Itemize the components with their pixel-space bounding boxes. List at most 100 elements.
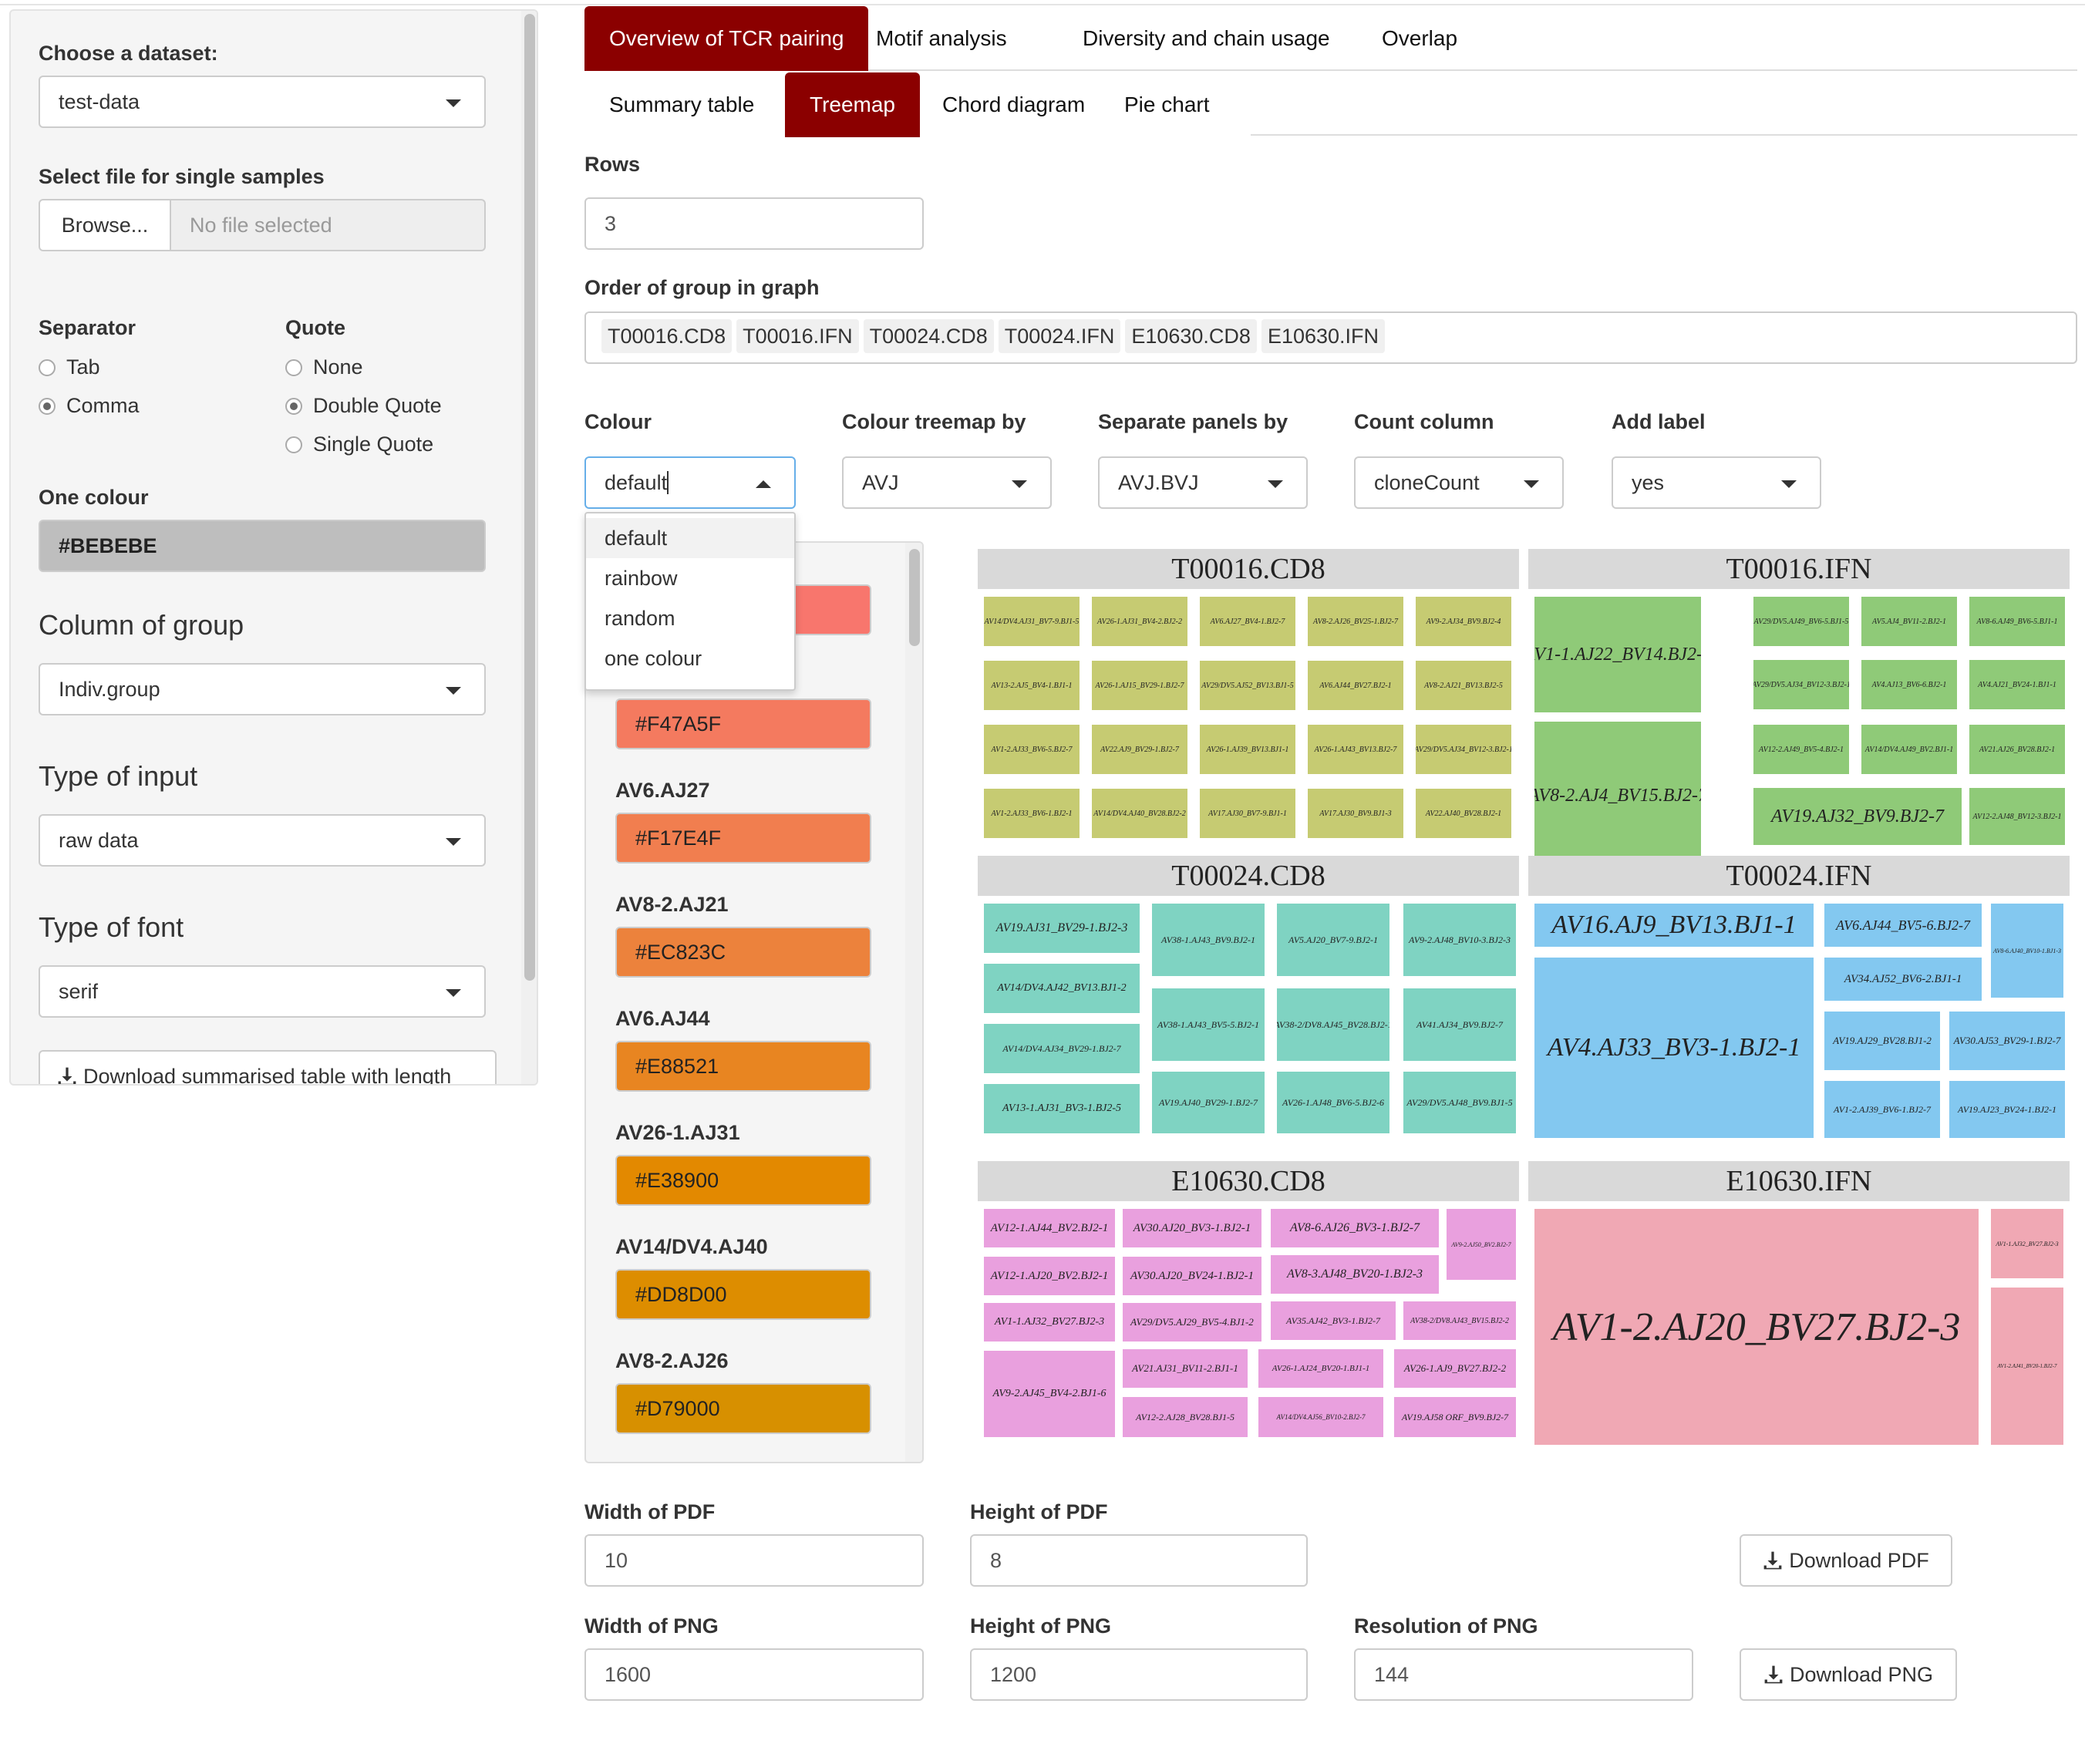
order-chip[interactable]: T00016.IFN <box>736 319 859 353</box>
type-font-select[interactable]: serif <box>39 965 486 1018</box>
colour-list-scrollbar[interactable] <box>905 543 922 1462</box>
res-png-input[interactable]: 144 <box>1354 1648 1693 1701</box>
column-group-select[interactable]: Indiv.group <box>39 663 486 715</box>
tab-overview[interactable]: Overview of TCR pairing <box>584 6 869 71</box>
treemap-tile: AV29/DV5.AJ29_BV5-4.BJ1-2 <box>1123 1303 1261 1342</box>
treemap-tile: AV21.AJ31_BV11-2.BJ1-1 <box>1123 1349 1248 1388</box>
colour-swatch-input[interactable]: #EC823C <box>615 927 871 978</box>
radio-separator-comma[interactable]: Comma <box>39 393 140 418</box>
treemap-tile: AV8-2.AJ26_BV25-1.BJ2-7 <box>1308 597 1403 646</box>
treemap-tile: AV26-1.AJ39_BV13.BJ1-1 <box>1200 725 1295 774</box>
dataset-select[interactable]: test-data <box>39 76 486 128</box>
dataset-value: test-data <box>59 90 140 113</box>
chevron-down-icon <box>446 99 461 107</box>
tab-motif[interactable]: Motif analysis <box>851 6 1032 71</box>
type-input-select[interactable]: raw data <box>39 814 486 867</box>
colour-swatch-input[interactable]: #E88521 <box>615 1041 871 1092</box>
treemap-tile: AV1-1.AJ22_BV14.BJ2-7 <box>1534 597 1701 712</box>
download-summary-button[interactable]: Download summarised table with length <box>39 1050 497 1084</box>
order-chip[interactable]: T00016.CD8 <box>601 319 733 353</box>
tab-pie-chart[interactable]: Pie chart <box>1100 72 1234 137</box>
colour-swatch-input[interactable]: #D79000 <box>615 1383 871 1434</box>
colour-swatch-input[interactable]: #DD8D00 <box>615 1269 871 1320</box>
height-png-input[interactable]: 1200 <box>970 1648 1308 1701</box>
treemap-tile: AV29/DV5.AJ52_BV13.BJ1-5 <box>1200 661 1295 710</box>
treemap-panel-title: T00024.CD8 <box>978 856 1519 896</box>
download-pdf-button[interactable]: Download PDF <box>1740 1534 1952 1587</box>
tab-treemap[interactable]: Treemap <box>785 72 921 137</box>
count-select[interactable]: cloneCount <box>1354 456 1564 509</box>
radio-label: Comma <box>66 394 140 417</box>
colour-by-select[interactable]: AVJ <box>842 456 1052 509</box>
chevron-down-icon <box>1012 480 1027 488</box>
order-chip[interactable]: E10630.IFN <box>1261 319 1386 353</box>
height-pdf-input[interactable]: 8 <box>970 1534 1308 1587</box>
treemap-tile: AV35.AJ42_BV3-1.BJ2-7 <box>1271 1301 1396 1340</box>
treemap-tile: AV9-2.AJ34_BV9.BJ2-4 <box>1416 597 1511 646</box>
scrollbar-thumb[interactable] <box>909 549 920 646</box>
colour-swatch-input[interactable]: #E38900 <box>615 1155 871 1206</box>
panels-select[interactable]: AVJ.BVJ <box>1098 456 1308 509</box>
order-chip[interactable]: E10630.CD8 <box>1125 319 1257 353</box>
treemap-tile: AV13-1.AJ31_BV3-1.BJ2-5 <box>984 1084 1140 1133</box>
radio-label: None <box>313 355 363 379</box>
treemap-tile: AV14/DV4.AJ40_BV28.BJ2-2 <box>1092 789 1187 838</box>
treemap-tile: AV6.AJ44_BV5-6.BJ2-7 <box>1824 904 1982 947</box>
treemap-tile: AV38-2/DV8.AJ43_BV15.BJ2-2 <box>1403 1301 1516 1340</box>
tabbar-divider <box>868 69 2077 71</box>
one-colour-input[interactable]: #BEBEBE <box>39 520 486 572</box>
radio-quote-none[interactable]: None <box>285 355 363 379</box>
radio-icon <box>285 436 302 453</box>
download-png-button[interactable]: Download PNG <box>1740 1648 1957 1701</box>
treemap-tile: AV8-6.AJ40_BV10-1.BJ1-3 <box>1991 904 2063 998</box>
chevron-down-icon <box>446 838 461 846</box>
panels-value: AVJ.BVJ <box>1118 471 1199 494</box>
treemap-tile: AV19.AJ29_BV28.BJ1-2 <box>1824 1012 1940 1070</box>
treemap-tile: AV1-1.AJ32_BV27.BJ2-3 <box>1991 1209 2063 1278</box>
order-chip[interactable]: T00024.CD8 <box>863 319 994 353</box>
order-input[interactable]: T00016.CD8 T00016.IFN T00024.CD8 T00024.IFN… <box>584 311 2077 364</box>
order-chip[interactable]: T00024.IFN <box>998 319 1121 353</box>
width-png-input[interactable]: 1600 <box>584 1648 924 1701</box>
colour-swatch-input[interactable]: #F47A5F <box>615 699 871 749</box>
treemap-tile: AV1-2.AJ39_BV6-1.BJ2-7 <box>1824 1081 1940 1138</box>
tab-diversity[interactable]: Diversity and chain usage <box>1058 6 1355 71</box>
colour-dropdown-menu: default rainbow random one colour <box>584 512 796 691</box>
treemap-panel-title: T00016.CD8 <box>978 549 1519 589</box>
treemap-tile: AV41.AJ34_BV9.BJ2-7 <box>1403 988 1516 1061</box>
dropdown-option-one-colour[interactable]: one colour <box>586 638 794 678</box>
width-png-label: Width of PNG <box>584 1614 719 1638</box>
tab-chord-diagram[interactable]: Chord diagram <box>918 72 1110 137</box>
panels-label: Separate panels by <box>1098 410 1288 433</box>
scrollbar-thumb[interactable] <box>524 14 535 981</box>
colour-swatch-input[interactable]: #F17E4F <box>615 813 871 863</box>
radio-quote-single[interactable]: Single Quote <box>285 432 433 456</box>
sub-tabbar: Summary table Treemap Chord diagram Pie … <box>584 72 2077 137</box>
treemap-tile: AV29/DV5.AJ34_BV12-3.BJ2-1 <box>1416 725 1511 774</box>
radio-separator-tab[interactable]: Tab <box>39 355 100 379</box>
width-pdf-input[interactable]: 10 <box>584 1534 924 1587</box>
treemap-tile: AV12-2.AJ49_BV5-4.BJ2-1 <box>1753 725 1849 774</box>
colour-value: default <box>605 471 668 494</box>
dropdown-option-rainbow[interactable]: rainbow <box>586 558 794 598</box>
add-label-select[interactable]: yes <box>1612 456 1821 509</box>
treemap-tile: AV26-1.AJ24_BV20-1.BJ1-1 <box>1258 1349 1383 1388</box>
treemap-plot: T00016.CD8 AV14/DV4.AJ31_BV7-9.BJ1-5 AV26-… <box>972 546 2074 1453</box>
tab-summary-table[interactable]: Summary table <box>584 72 779 137</box>
colour-item-label: AV8-2.AJ26 <box>615 1349 729 1372</box>
dropdown-option-default[interactable]: default <box>586 518 794 558</box>
radio-checked-icon <box>285 398 302 415</box>
sidebar-scrollbar[interactable] <box>521 11 537 1084</box>
tab-overlap[interactable]: Overlap <box>1357 6 1482 71</box>
treemap-tile: AV9-2.AJ48_BV10-3.BJ2-3 <box>1403 904 1516 976</box>
rows-input[interactable]: 3 <box>584 197 924 250</box>
treemap-tile: AV30.AJ20_BV3-1.BJ2-1 <box>1123 1209 1261 1247</box>
treemap-tile: AV14/DV4.AJ56_BV10-2.BJ2-7 <box>1258 1397 1383 1437</box>
colour-select[interactable]: default <box>584 456 796 509</box>
treemap-tile: AV12-2.AJ28_BV28.BJ1-5 <box>1123 1397 1248 1437</box>
file-label: Select file for single samples <box>39 165 325 188</box>
dropdown-option-random[interactable]: random <box>586 598 794 638</box>
radio-quote-double[interactable]: Double Quote <box>285 393 442 418</box>
browse-button[interactable]: Browse... <box>39 199 171 251</box>
colour-item-label: AV14/DV4.AJ40 <box>615 1235 768 1258</box>
